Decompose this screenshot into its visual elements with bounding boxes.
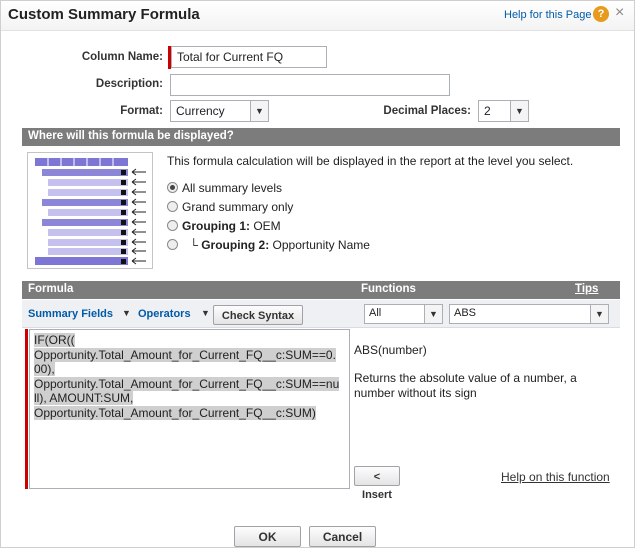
formula-editor[interactable]: IF(OR(( Opportunity.Total_Amount_for_Cur… (29, 329, 350, 489)
formula-line: Opportunity.Total_Amount_for_Current_FQ_… (34, 376, 340, 391)
decimal-places-value: 2 (484, 104, 491, 118)
report-levels-illustration (35, 158, 146, 265)
chevron-down-icon: ▼ (424, 305, 442, 323)
function-category-value: All (369, 307, 382, 319)
column-name-label: Column Name: (81, 51, 163, 63)
radio-grouping-1[interactable]: Grouping 1: OEM (167, 219, 281, 233)
function-list-select[interactable]: ABS ▼ (449, 304, 609, 324)
question-circle-icon[interactable]: ? (593, 6, 609, 22)
formula-line: ll), AMOUNT:SUM, (34, 391, 134, 406)
radio-button[interactable] (167, 239, 178, 250)
help-for-page-link[interactable]: Help for this Page (504, 9, 591, 21)
radio-label: Grand summary only (182, 200, 294, 214)
summary-fields-menu[interactable]: Summary Fields (28, 308, 113, 320)
radio-label-bold: Grouping 2: (201, 238, 270, 252)
close-icon[interactable]: × (615, 4, 624, 22)
insert-button[interactable]: < Insert (354, 466, 400, 501)
description-input[interactable] (170, 74, 450, 96)
cancel-button[interactable]: Cancel (309, 526, 376, 547)
summary-levels-graphic (27, 152, 153, 269)
column-name-input[interactable] (171, 46, 327, 68)
chevron-down-icon: ▼ (510, 101, 528, 121)
description-label: Description: (95, 78, 163, 90)
function-description: Returns the absolute value of a number, … (354, 371, 577, 400)
ok-button[interactable]: OK (234, 526, 301, 547)
functions-header-label: Functions (361, 283, 416, 295)
radio-grand-summary-only[interactable]: Grand summary only (167, 200, 293, 214)
decimal-places-label: Decimal Places: (383, 105, 471, 117)
tree-branch-icon: └ (189, 238, 198, 252)
radio-label-value: OEM (253, 219, 281, 233)
radio-all-summary-levels[interactable]: All summary levels (167, 181, 282, 195)
chevron-down-icon: ▼ (590, 305, 608, 323)
format-select[interactable]: Currency ▼ (170, 100, 269, 122)
radio-button[interactable] (167, 220, 178, 231)
formula-header-label: Formula (28, 283, 74, 295)
check-syntax-button[interactable]: Check Syntax (213, 305, 303, 325)
format-label: Format: (120, 105, 163, 117)
radio-grouping-2[interactable]: └ Grouping 2: Opportunity Name (167, 238, 370, 252)
required-indicator (25, 329, 28, 489)
dialog-title: Custom Summary Formula (8, 6, 200, 23)
function-selected-value: ABS (454, 307, 477, 319)
radio-button[interactable] (167, 201, 178, 212)
chevron-down-icon[interactable]: ▼ (122, 308, 131, 318)
function-category-select[interactable]: All ▼ (364, 304, 443, 324)
help-on-function-link[interactable]: Help on this function (501, 470, 610, 484)
chevron-down-icon[interactable]: ▼ (201, 308, 210, 318)
radio-label: All summary levels (182, 181, 283, 195)
chevron-down-icon: ▼ (250, 101, 268, 121)
formula-line: 00), (34, 362, 55, 377)
formula-line: Opportunity.Total_Amount_for_Current_FQ_… (34, 347, 336, 362)
function-signature: ABS(number) (354, 343, 427, 357)
custom-summary-formula-dialog: Custom Summary Formula Help for this Pag… (0, 0, 635, 548)
decimal-places-select[interactable]: 2 ▼ (478, 100, 529, 122)
display-intro-text: This formula calculation will be display… (167, 154, 574, 168)
display-section-header: Where will this formula be displayed? (22, 128, 620, 146)
operators-menu[interactable]: Operators (138, 308, 191, 320)
format-select-value: Currency (176, 104, 225, 118)
radio-label-bold: Grouping 1: (182, 219, 250, 233)
formula-line: IF(OR(( (34, 333, 75, 347)
tips-link[interactable]: Tips (575, 283, 598, 295)
formula-section-header: Formula Functions Tips (22, 281, 620, 299)
radio-button-selected[interactable] (167, 182, 178, 193)
dialog-header: Custom Summary Formula Help for this Pag… (1, 1, 634, 31)
radio-label-value: Opportunity Name (272, 238, 370, 252)
formula-line: Opportunity.Total_Amount_for_Current_FQ_… (34, 405, 316, 420)
